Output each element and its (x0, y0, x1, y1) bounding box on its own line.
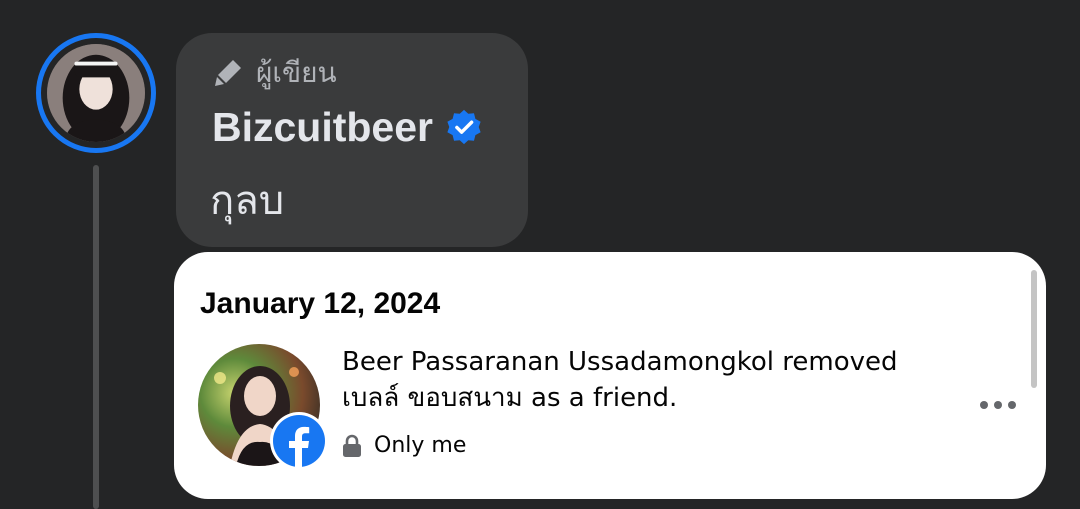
thread-line (93, 165, 99, 509)
more-horizontal-icon (980, 401, 1016, 409)
lock-icon (343, 434, 361, 457)
author-role: ผู้เขียน (212, 57, 337, 89)
activity-log-card: January 12, 2024 Beer Passaranan Ussadam… (174, 252, 1046, 499)
verified-badge-icon (447, 109, 481, 145)
privacy-indicator: Only me (342, 432, 466, 460)
activity-date: January 12, 2024 (200, 287, 441, 320)
commenter-avatar-photo (47, 44, 145, 142)
scrollbar[interactable] (1031, 270, 1037, 388)
privacy-label: Only me (374, 433, 467, 458)
facebook-badge (270, 412, 328, 470)
activity-text: Beer Passaranan Ussadamongkol removed เบ… (342, 347, 898, 413)
commenter-avatar[interactable] (36, 33, 156, 153)
author-name[interactable]: Bizcuitbeer (212, 103, 433, 151)
comment-bubble: ผู้เขียน Bizcuitbeer กุลบ (176, 33, 528, 247)
role-label: ผู้เขียน (256, 56, 337, 89)
facebook-icon (273, 415, 325, 467)
pen-icon (215, 60, 241, 86)
author-row: Bizcuitbeer (212, 103, 483, 151)
comment-text: กุลบ (210, 178, 285, 224)
activity-avatar[interactable] (198, 344, 328, 470)
more-options-button[interactable] (974, 390, 1022, 420)
